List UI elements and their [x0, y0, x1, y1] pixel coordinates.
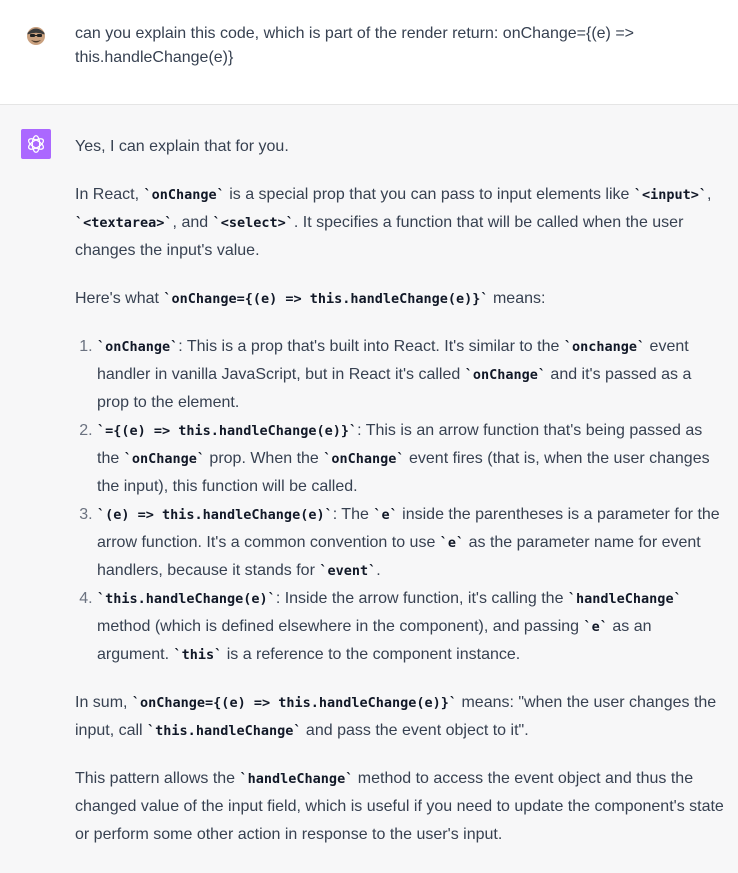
list-item: `={(e) => this.handleChange(e)}`: This i…: [97, 417, 725, 501]
list-item: `onChange`: This is a prop that's built …: [97, 333, 725, 417]
user-avatar-icon: [25, 25, 47, 47]
intro-paragraph: Yes, I can explain that for you.: [75, 138, 289, 155]
list-item: `this.handleChange(e)`: Inside the arrow…: [97, 585, 725, 669]
list-item: `(e) => this.handleChange(e)`: The `e` i…: [97, 501, 725, 585]
assistant-message-text: Yes, I can explain that for you. In Reac…: [75, 133, 725, 869]
paragraph-heres-what: Here's what `onChange={(e) => this.handl…: [75, 290, 546, 307]
paragraph-pattern: This pattern allows the `handleChange` m…: [75, 770, 724, 843]
openai-logo-icon: [21, 129, 51, 159]
explanation-list: `onChange`: This is a prop that's built …: [75, 333, 725, 669]
user-message-text: can you explain this code, which is part…: [75, 25, 635, 66]
paragraph-onchange-prop: In React, `onChange` is a special prop t…: [75, 186, 712, 259]
user-message-row: can you explain this code, which is part…: [0, 0, 738, 105]
paragraph-in-sum: In sum, `onChange={(e) => this.handleCha…: [75, 694, 717, 739]
